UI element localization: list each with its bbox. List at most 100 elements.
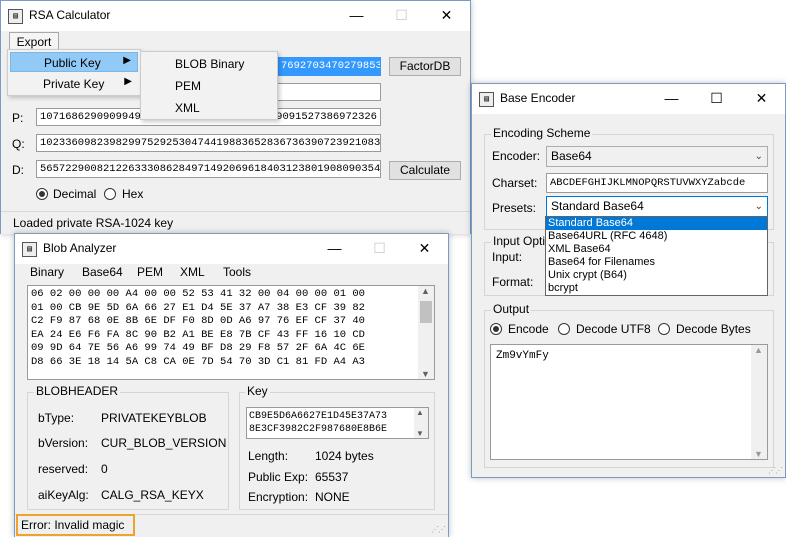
maximize-icon[interactable]: ☐ xyxy=(694,84,739,114)
scroll-down-icon[interactable]: ▼ xyxy=(754,449,763,459)
preset-option[interactable]: Standard Base64 xyxy=(546,217,767,230)
rsa-titlebar[interactable]: ▤ RSA Calculator — ☐ ✕ xyxy=(1,1,470,31)
menu-base64[interactable]: Base64 xyxy=(82,265,123,279)
rsa-status-text: Loaded private RSA-1024 key xyxy=(13,216,174,230)
submenu-arrow-icon: ▶ xyxy=(124,76,132,87)
window-title: Base Encoder xyxy=(500,91,576,105)
preset-option[interactable]: Base64URL (RFC 4648) xyxy=(548,230,667,243)
minimize-icon[interactable]: — xyxy=(649,84,694,114)
scroll-down-icon[interactable]: ▼ xyxy=(416,429,424,438)
maximize-icon: ☐ xyxy=(395,7,408,23)
menu-export-label: Export xyxy=(16,35,52,49)
close-icon[interactable]: ✕ xyxy=(739,84,784,114)
hex-line: 06 02 00 00 00 A4 00 00 52 53 41 32 00 0… xyxy=(31,288,365,300)
calculate-button[interactable]: Calculate xyxy=(389,161,461,180)
key-scrollbar[interactable]: ▲ ▼ xyxy=(414,408,428,438)
scroll-up-icon[interactable]: ▲ xyxy=(754,345,763,355)
q-field[interactable]: 1023360982398299752925304744198836528367… xyxy=(36,134,381,152)
encryption-label: Encryption: xyxy=(248,490,309,504)
hex-radio[interactable] xyxy=(104,188,116,200)
length-label: Length: xyxy=(248,449,289,463)
hex-line: C2 F9 87 68 0E 8B 6E DF F0 8D 0D A6 97 7… xyxy=(31,315,365,327)
minimize-icon[interactable]: — xyxy=(312,234,357,264)
scroll-up-icon[interactable]: ▲ xyxy=(421,286,430,296)
menu-item-private-key[interactable]: Private Key ▶ xyxy=(10,74,138,94)
preset-option[interactable]: Unix crypt (B64) xyxy=(548,269,627,282)
decode-bytes-radio[interactable] xyxy=(658,323,670,335)
preset-option[interactable]: XML Base64 xyxy=(548,243,611,256)
menu-item-public-key[interactable]: Public Key ▶ xyxy=(10,52,138,72)
hex-view[interactable]: 06 02 00 00 00 A4 00 00 52 53 41 32 00 0… xyxy=(27,285,435,380)
blob-analyzer-window: ▤ Blob Analyzer — ☐ ✕ Binary Base64 PEM … xyxy=(14,233,449,537)
aikeyalg-label: aiKeyAlg: xyxy=(38,488,89,502)
blob-titlebar[interactable]: ▤ Blob Analyzer — ☐ ✕ xyxy=(15,234,448,264)
window-title: RSA Calculator xyxy=(29,8,111,22)
encoder-value: Base64 xyxy=(551,149,592,163)
app-icon: ▤ xyxy=(479,92,494,107)
d-label: D: xyxy=(12,163,24,177)
encoder-label: Encoder: xyxy=(492,149,541,163)
presets-select[interactable]: Standard Base64 ⌄ xyxy=(546,196,768,217)
bversion-value: CUR_BLOB_VERSION xyxy=(101,436,227,450)
scroll-thumb[interactable] xyxy=(420,301,432,323)
app-icon: ▤ xyxy=(8,9,23,24)
b64-titlebar[interactable]: ▤ Base Encoder — ☐ ✕ xyxy=(472,84,785,114)
reserved-label: reserved: xyxy=(38,462,89,476)
decode-bytes-label: Decode Bytes xyxy=(676,322,751,336)
output-textarea[interactable]: Zm9vYmFy ▲ ▼ xyxy=(490,344,768,460)
key-group-label: Key xyxy=(245,384,270,398)
encoder-select[interactable]: Base64 ⌄ xyxy=(546,146,768,167)
chevron-down-icon: ⌄ xyxy=(754,151,763,162)
hex-line: D8 66 3E 18 14 5A C8 CA 0E 7D 54 70 3D C… xyxy=(31,355,365,368)
e-field[interactable] xyxy=(277,83,381,101)
length-value: 1024 bytes xyxy=(315,449,374,463)
menu-pem[interactable]: PEM xyxy=(137,265,163,279)
q-label: Q: xyxy=(12,137,25,151)
submenu-pem[interactable]: PEM xyxy=(175,79,201,93)
resize-grip-icon[interactable]: ⋰⋰ xyxy=(768,467,783,475)
rsa-statusbar: Loaded private RSA-1024 key xyxy=(1,211,470,234)
n-field[interactable]: 76927034702798539 xyxy=(277,57,381,76)
submenu-blob-binary[interactable]: BLOB Binary xyxy=(175,57,244,71)
submenu-xml[interactable]: XML xyxy=(175,101,200,115)
decimal-radio[interactable] xyxy=(36,188,48,200)
d-field[interactable]: 5657229008212263330862849714920696184031… xyxy=(36,160,381,178)
hex-line: EA 24 E6 F6 FA 8C 90 B2 A1 BE E8 7B CF 4… xyxy=(31,328,365,341)
pubexp-label: Public Exp: xyxy=(248,470,309,484)
close-icon[interactable]: ✕ xyxy=(402,234,447,264)
hex-label: Hex xyxy=(122,187,144,201)
menu-tools[interactable]: Tools xyxy=(223,265,251,279)
menu-xml[interactable]: XML xyxy=(180,265,205,279)
maximize-icon: ☐ xyxy=(373,240,386,256)
preset-option[interactable]: Base64 for Filenames xyxy=(548,256,655,269)
aikeyalg-value: CALG_RSA_KEYX xyxy=(101,488,204,502)
decode-utf8-label: Decode UTF8 xyxy=(576,322,651,336)
input-label: Input: xyxy=(492,250,523,264)
decode-utf8-radio[interactable] xyxy=(558,323,570,335)
hex-scrollbar[interactable]: ▲ ▼ xyxy=(418,286,434,379)
output-scrollbar[interactable]: ▲ ▼ xyxy=(751,345,767,459)
output-text: Zm9vYmFy xyxy=(496,350,549,362)
factordb-button[interactable]: FactorDB xyxy=(389,57,461,76)
key-textbox[interactable]: CB9E5D6A6627E1D45E37A73 8E3CF3982C2F9876… xyxy=(246,407,429,439)
error-status: Error: Invalid magic xyxy=(16,514,135,536)
resize-grip-icon[interactable]: ⋰⋰ xyxy=(431,526,446,534)
btype-value: PRIVATEKEYBLOB xyxy=(101,411,207,425)
charset-label: Charset: xyxy=(492,176,538,190)
close-icon[interactable]: ✕ xyxy=(424,1,469,31)
blobheader-label: BLOBHEADER xyxy=(34,384,121,398)
encryption-value: NONE xyxy=(315,490,350,504)
error-text: Error: Invalid magic xyxy=(21,518,125,532)
encode-radio[interactable] xyxy=(490,323,502,335)
key-line: CB9E5D6A6627E1D45E37A73 xyxy=(249,411,388,422)
p-label: P: xyxy=(12,111,24,125)
export-menu: Public Key ▶ Private Key ▶ xyxy=(7,49,141,96)
menu-binary[interactable]: Binary xyxy=(30,265,64,279)
minimize-icon[interactable]: — xyxy=(334,1,379,31)
scroll-up-icon[interactable]: ▲ xyxy=(416,408,424,417)
scroll-down-icon[interactable]: ▼ xyxy=(421,369,430,379)
chevron-down-icon: ⌄ xyxy=(754,201,763,212)
charset-field[interactable]: ABCDEFGHIJKLMNOPQRSTUVWXYZabcde xyxy=(546,173,768,193)
preset-option[interactable]: bcrypt xyxy=(548,282,578,295)
public-key-label: Public Key xyxy=(44,56,101,70)
